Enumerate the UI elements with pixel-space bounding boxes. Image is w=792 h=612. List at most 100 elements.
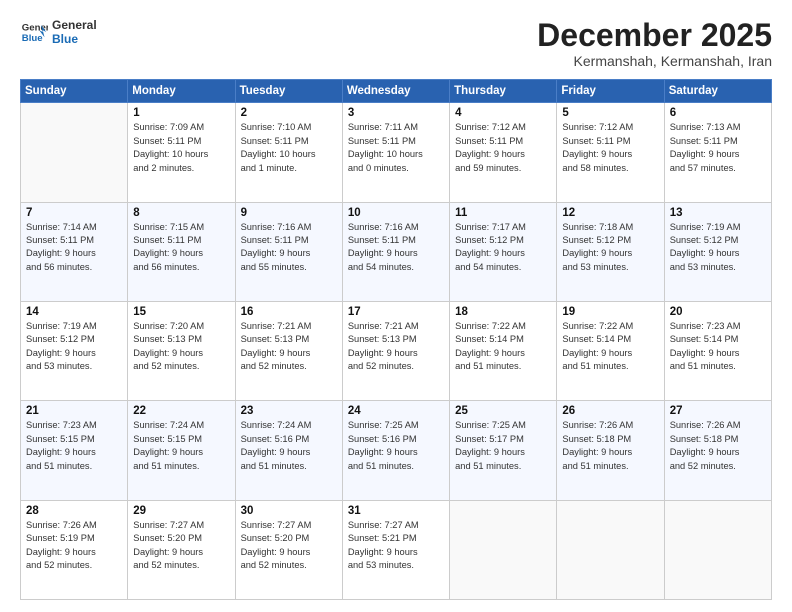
day-cell: 15Sunrise: 7:20 AMSunset: 5:13 PMDayligh… [128, 301, 235, 400]
day-cell: 27 Sunrise: 7:26 AMSunset: 5:18 PMDayligh… [664, 401, 771, 500]
day-cell: 22Sunrise: 7:24 AMSunset: 5:15 PMDayligh… [128, 401, 235, 500]
col-header-monday: Monday [128, 80, 235, 103]
day-number: 2 [241, 107, 337, 119]
day-number: 8 [133, 207, 229, 219]
day-number: 22 [133, 405, 229, 417]
day-cell: 2 Sunrise: 7:10 AMSunset: 5:11 PMDaylight… [235, 103, 342, 202]
week-row-3: 14Sunrise: 7:19 AMSunset: 5:12 PMDayligh… [21, 301, 772, 400]
day-info: Sunrise: 7:21 AMSunset: 5:13 PMDaylight:… [241, 320, 337, 374]
location: Kermanshah, Kermanshah, Iran [537, 53, 772, 69]
day-cell: 14Sunrise: 7:19 AMSunset: 5:12 PMDayligh… [21, 301, 128, 400]
day-cell [557, 500, 664, 599]
logo-icon: General Blue [20, 18, 48, 46]
month-title: December 2025 [537, 18, 772, 53]
day-info: Sunrise: 7:26 AMSunset: 5:19 PMDaylight:… [26, 519, 122, 573]
day-info: Sunrise: 7:23 AMSunset: 5:15 PMDaylight:… [26, 419, 122, 473]
day-cell: 13 Sunrise: 7:19 AMSunset: 5:12 PMDayligh… [664, 202, 771, 301]
header-row: SundayMondayTuesdayWednesdayThursdayFrid… [21, 80, 772, 103]
logo-general: General [52, 18, 97, 32]
day-number: 3 [348, 107, 444, 119]
day-info: Sunrise: 7:26 AMSunset: 5:18 PMDaylight:… [562, 419, 658, 473]
day-cell: 31 Sunrise: 7:27 AMSunset: 5:21 PMDayligh… [342, 500, 449, 599]
day-number: 18 [455, 306, 551, 318]
week-row-2: 7 Sunrise: 7:14 AMSunset: 5:11 PMDaylight… [21, 202, 772, 301]
day-info: Sunrise: 7:27 AMSunset: 5:20 PMDaylight:… [241, 519, 337, 573]
day-info: Sunrise: 7:12 AMSunset: 5:11 PMDaylight:… [455, 121, 551, 175]
day-cell [450, 500, 557, 599]
day-number: 27 [670, 405, 766, 417]
col-header-friday: Friday [557, 80, 664, 103]
day-number: 1 [133, 107, 229, 119]
day-info: Sunrise: 7:13 AMSunset: 5:11 PMDaylight:… [670, 121, 766, 175]
header: General Blue General Blue December 2025 … [20, 18, 772, 69]
logo-blue: Blue [52, 32, 97, 46]
day-cell: 25 Sunrise: 7:25 AMSunset: 5:17 PMDayligh… [450, 401, 557, 500]
day-info: Sunrise: 7:21 AMSunset: 5:13 PMDaylight:… [348, 320, 444, 374]
day-number: 23 [241, 405, 337, 417]
day-number: 5 [562, 107, 658, 119]
day-number: 11 [455, 207, 551, 219]
day-info: Sunrise: 7:25 AMSunset: 5:17 PMDaylight:… [455, 419, 551, 473]
day-info: Sunrise: 7:22 AMSunset: 5:14 PMDaylight:… [562, 320, 658, 374]
col-header-wednesday: Wednesday [342, 80, 449, 103]
day-number: 6 [670, 107, 766, 119]
week-row-5: 28Sunrise: 7:26 AMSunset: 5:19 PMDayligh… [21, 500, 772, 599]
day-info: Sunrise: 7:18 AMSunset: 5:12 PMDaylight:… [562, 221, 658, 275]
day-cell: 8Sunrise: 7:15 AMSunset: 5:11 PMDaylight… [128, 202, 235, 301]
day-cell: 19 Sunrise: 7:22 AMSunset: 5:14 PMDayligh… [557, 301, 664, 400]
day-number: 14 [26, 306, 122, 318]
day-cell: 4Sunrise: 7:12 AMSunset: 5:11 PMDaylight… [450, 103, 557, 202]
day-cell: 12 Sunrise: 7:18 AMSunset: 5:12 PMDayligh… [557, 202, 664, 301]
day-number: 9 [241, 207, 337, 219]
week-row-1: 1Sunrise: 7:09 AMSunset: 5:11 PMDaylight… [21, 103, 772, 202]
day-cell: 10Sunrise: 7:16 AMSunset: 5:11 PMDayligh… [342, 202, 449, 301]
day-number: 20 [670, 306, 766, 318]
day-number: 30 [241, 505, 337, 517]
day-number: 7 [26, 207, 122, 219]
day-info: Sunrise: 7:11 AMSunset: 5:11 PMDaylight:… [348, 121, 444, 175]
day-cell: 6 Sunrise: 7:13 AMSunset: 5:11 PMDaylight… [664, 103, 771, 202]
day-number: 19 [562, 306, 658, 318]
col-header-thursday: Thursday [450, 80, 557, 103]
page: General Blue General Blue December 2025 … [0, 0, 792, 612]
logo: General Blue General Blue [20, 18, 97, 47]
day-number: 25 [455, 405, 551, 417]
col-header-saturday: Saturday [664, 80, 771, 103]
day-number: 12 [562, 207, 658, 219]
day-info: Sunrise: 7:26 AMSunset: 5:18 PMDaylight:… [670, 419, 766, 473]
day-info: Sunrise: 7:14 AMSunset: 5:11 PMDaylight:… [26, 221, 122, 275]
svg-text:General: General [22, 23, 48, 34]
col-header-tuesday: Tuesday [235, 80, 342, 103]
day-cell [664, 500, 771, 599]
day-cell: 26 Sunrise: 7:26 AMSunset: 5:18 PMDayligh… [557, 401, 664, 500]
day-info: Sunrise: 7:27 AMSunset: 5:21 PMDaylight:… [348, 519, 444, 573]
day-info: Sunrise: 7:22 AMSunset: 5:14 PMDaylight:… [455, 320, 551, 374]
title-block: December 2025 Kermanshah, Kermanshah, Ir… [537, 18, 772, 69]
day-info: Sunrise: 7:12 AMSunset: 5:11 PMDaylight:… [562, 121, 658, 175]
day-cell: 5 Sunrise: 7:12 AMSunset: 5:11 PMDaylight… [557, 103, 664, 202]
day-cell: 17Sunrise: 7:21 AMSunset: 5:13 PMDayligh… [342, 301, 449, 400]
day-number: 24 [348, 405, 444, 417]
day-number: 21 [26, 405, 122, 417]
day-cell: 24Sunrise: 7:25 AMSunset: 5:16 PMDayligh… [342, 401, 449, 500]
day-cell: 21 Sunrise: 7:23 AMSunset: 5:15 PMDayligh… [21, 401, 128, 500]
day-cell: 11 Sunrise: 7:17 AMSunset: 5:12 PMDayligh… [450, 202, 557, 301]
day-number: 26 [562, 405, 658, 417]
day-info: Sunrise: 7:23 AMSunset: 5:14 PMDaylight:… [670, 320, 766, 374]
day-info: Sunrise: 7:27 AMSunset: 5:20 PMDaylight:… [133, 519, 229, 573]
day-number: 16 [241, 306, 337, 318]
day-cell: 9 Sunrise: 7:16 AMSunset: 5:11 PMDaylight… [235, 202, 342, 301]
day-number: 10 [348, 207, 444, 219]
day-info: Sunrise: 7:17 AMSunset: 5:12 PMDaylight:… [455, 221, 551, 275]
week-row-4: 21 Sunrise: 7:23 AMSunset: 5:15 PMDayligh… [21, 401, 772, 500]
day-cell: 29 Sunrise: 7:27 AMSunset: 5:20 PMDayligh… [128, 500, 235, 599]
day-info: Sunrise: 7:16 AMSunset: 5:11 PMDaylight:… [241, 221, 337, 275]
day-cell: 16 Sunrise: 7:21 AMSunset: 5:13 PMDayligh… [235, 301, 342, 400]
day-number: 13 [670, 207, 766, 219]
day-number: 29 [133, 505, 229, 517]
day-info: Sunrise: 7:19 AMSunset: 5:12 PMDaylight:… [670, 221, 766, 275]
col-header-sunday: Sunday [21, 80, 128, 103]
day-info: Sunrise: 7:10 AMSunset: 5:11 PMDaylight:… [241, 121, 337, 175]
svg-text:Blue: Blue [22, 33, 43, 44]
day-number: 31 [348, 505, 444, 517]
